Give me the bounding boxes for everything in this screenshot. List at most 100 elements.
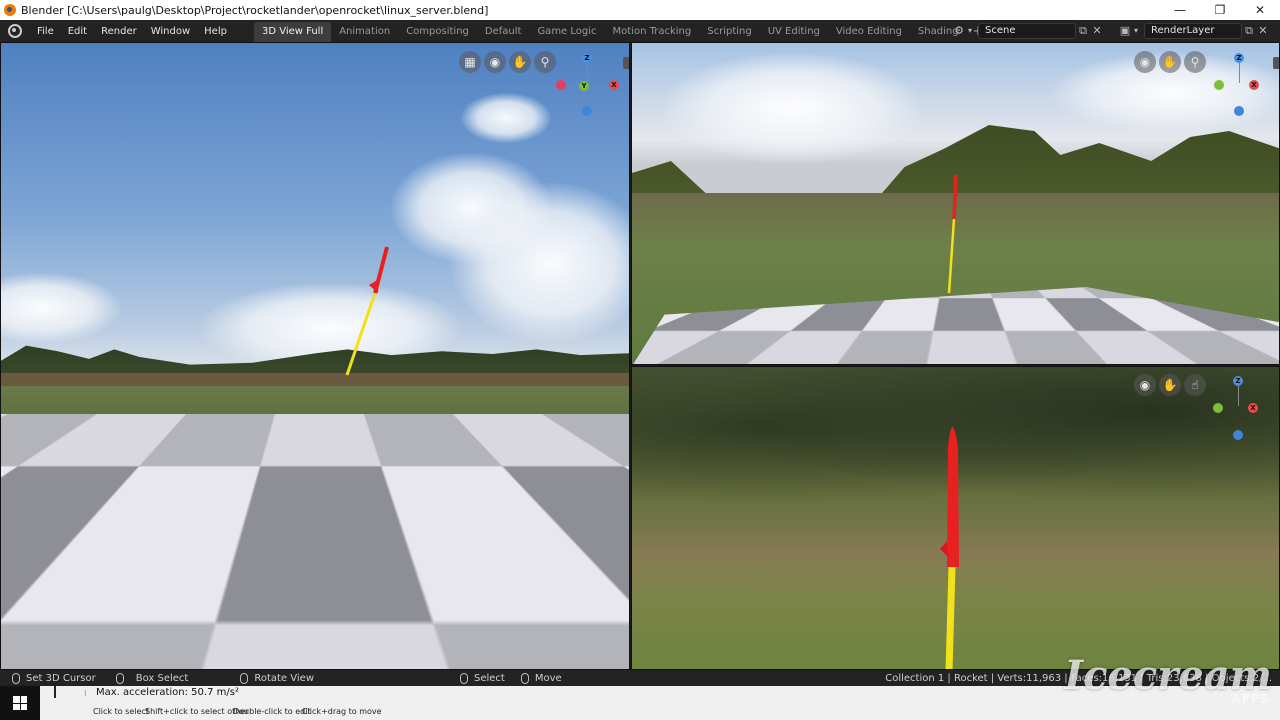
status-set-cursor: Set 3D Cursor [12, 673, 96, 684]
z-axis-icon[interactable]: Z [1234, 53, 1244, 63]
hand-move-icon[interactable]: ☝ [1184, 374, 1206, 396]
z-axis-icon[interactable]: Z [1233, 376, 1243, 386]
x-axis-icon[interactable]: X [1249, 80, 1259, 90]
scene-name-field[interactable]: Scene [978, 23, 1076, 39]
mouse-drag-icon [521, 673, 529, 684]
info-message: Max. acceleration: 50.7 m/s² [96, 687, 239, 698]
scene-selector: ⚙ ▾ Scene ⧉ ✕ [952, 22, 1104, 40]
scene-icon[interactable]: ⚙ [952, 24, 966, 38]
camera-icon[interactable]: ◉ [1134, 51, 1156, 73]
menu-help[interactable]: Help [197, 26, 234, 37]
field-far [1, 373, 630, 387]
restore-button[interactable]: ❐ [1200, 3, 1240, 17]
text-cursor-icon [54, 686, 56, 698]
blender-logo-icon [4, 4, 16, 16]
status-label: Rotate View [254, 673, 314, 684]
view-layer-name-field[interactable]: RenderLayer [1144, 23, 1242, 39]
status-box-select: Box Select [116, 673, 189, 684]
delete-scene-icon[interactable]: ✕ [1090, 24, 1104, 38]
tab-scripting[interactable]: Scripting [699, 22, 759, 42]
camera-icon[interactable]: ◉ [484, 51, 506, 73]
neg-z-axis-icon[interactable] [1233, 430, 1243, 440]
zoom-icon[interactable]: ⚲ [534, 51, 556, 73]
status-label: Move [535, 673, 562, 684]
neg-z-axis-icon[interactable] [1234, 106, 1244, 116]
new-scene-icon[interactable]: ⧉ [1076, 24, 1090, 38]
blender-topbar: File Edit Render Window Help 3D View Ful… [0, 20, 1280, 42]
menu-edit[interactable]: Edit [61, 26, 94, 37]
render-layer-icon[interactable]: ▣ [1118, 24, 1132, 38]
rocket-fin [940, 541, 948, 557]
close-button[interactable]: ✕ [1240, 3, 1280, 17]
hint-double-click: Double-click to edit [233, 707, 311, 716]
viewport-main[interactable]: ▦ ◉ ✋ ⚲ Z X Y [0, 42, 630, 670]
neg-z-axis-icon[interactable] [582, 106, 592, 116]
viewport-top-right[interactable]: ◉ ✋ ⚲ Z X [631, 42, 1280, 365]
cloud [662, 53, 922, 163]
tab-game-logic[interactable]: Game Logic [529, 22, 604, 42]
workspace-tabs: 3D View Full Animation Compositing Defau… [254, 20, 967, 42]
hand-pan-icon[interactable]: ✋ [1159, 51, 1181, 73]
delete-layer-icon[interactable]: ✕ [1256, 24, 1270, 38]
sidebar-toggle-icon[interactable] [623, 57, 630, 69]
tab-uv-editing[interactable]: UV Editing [760, 22, 828, 42]
windows-start-icon[interactable] [13, 696, 27, 710]
camera-icon[interactable]: ◉ [1134, 374, 1156, 396]
blender-menu-icon[interactable] [8, 24, 22, 38]
new-layer-icon[interactable]: ⧉ [1242, 24, 1256, 38]
tab-compositing[interactable]: Compositing [398, 22, 477, 42]
mouse-middle-icon [116, 673, 124, 684]
watermark-sub: APPS [1232, 692, 1270, 706]
x-axis-icon[interactable]: X [1248, 403, 1258, 413]
rocket-body-red [954, 175, 956, 219]
axis-line-z [1239, 61, 1240, 83]
zoom-icon[interactable]: ⚲ [1184, 51, 1206, 73]
view-layer-selector: ▣ ▾ RenderLayer ⧉ ✕ [1118, 22, 1270, 40]
cloud [461, 93, 551, 143]
grid-view-icon[interactable]: ▦ [459, 51, 481, 73]
tab-motion-tracking[interactable]: Motion Tracking [605, 22, 700, 42]
rocket-body-red [947, 427, 959, 567]
hint-click-drag: Click+drag to move [302, 707, 382, 716]
viewport-bottom-right[interactable]: ◉ ✋ ☝ Z X [631, 366, 1280, 670]
rocket [942, 171, 962, 296]
axis-line-z [1238, 384, 1239, 406]
window-titlebar: Blender [C:\Users\paulg\Desktop\Project\… [0, 0, 1280, 20]
window-title: Blender [C:\Users\paulg\Desktop\Project\… [21, 4, 1160, 17]
sidebar-toggle-icon[interactable] [1273, 57, 1280, 69]
drag-handle-icon: ⁝ [84, 689, 87, 698]
rocket [331, 193, 401, 383]
status-label: Set 3D Cursor [26, 673, 96, 684]
menu-file[interactable]: File [30, 26, 61, 37]
tab-3d-view-full[interactable]: 3D View Full [254, 22, 331, 42]
rocket-body-yellow [949, 219, 954, 293]
y-axis-icon[interactable]: Y [579, 81, 589, 91]
chevron-down-icon[interactable]: ▾ [1132, 24, 1140, 38]
y-axis-icon[interactable] [1213, 403, 1223, 413]
status-select: Select [460, 673, 505, 684]
windows-taskbar [0, 686, 40, 720]
hint-click-select: Click to select [93, 707, 149, 716]
chevron-down-icon[interactable]: ▾ [966, 24, 974, 38]
tab-default[interactable]: Default [477, 22, 530, 42]
status-rotate-view: Rotate View [240, 673, 314, 684]
tab-animation[interactable]: Animation [331, 22, 398, 42]
hand-pan-icon[interactable]: ✋ [1159, 374, 1181, 396]
menu-window[interactable]: Window [144, 26, 197, 37]
rocket-body-yellow [347, 293, 375, 375]
neg-x-axis-icon[interactable] [556, 80, 566, 90]
rocket [932, 407, 972, 670]
status-label: Box Select [136, 673, 189, 684]
checker-ground [1, 414, 630, 670]
minimize-button[interactable]: — [1160, 3, 1200, 17]
y-axis-icon[interactable] [1214, 80, 1224, 90]
mouse-right-icon [240, 673, 248, 684]
hand-pan-icon[interactable]: ✋ [509, 51, 531, 73]
tab-video-editing[interactable]: Video Editing [828, 22, 910, 42]
mouse-left-icon [460, 673, 468, 684]
status-label: Select [474, 673, 505, 684]
z-axis-icon[interactable]: Z [582, 53, 592, 63]
menu-render[interactable]: Render [94, 26, 144, 37]
x-axis-icon[interactable]: X [609, 80, 619, 90]
mouse-left-icon [12, 673, 20, 684]
